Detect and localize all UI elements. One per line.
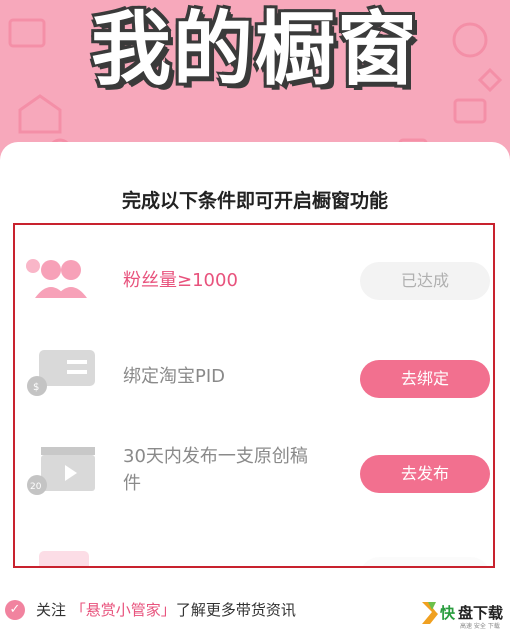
condition-label: 绑定淘宝PID bbox=[123, 366, 226, 387]
condition-row-fans: 粉丝量≥1000 已达成 bbox=[15, 242, 493, 322]
condition-label: 30天内发布一支原创稿件 bbox=[123, 446, 308, 494]
svg-text:快: 快 bbox=[440, 604, 456, 622]
video-clapper-icon: 20 bbox=[27, 447, 95, 495]
achieved-button[interactable]: 已达成 bbox=[360, 262, 490, 300]
svg-text:$: $ bbox=[33, 382, 39, 393]
svg-text:20: 20 bbox=[30, 482, 42, 492]
follow-suffix: 了解更多带货资讯 bbox=[175, 601, 296, 619]
partial-button[interactable] bbox=[360, 557, 490, 566]
partial-icon bbox=[39, 551, 89, 566]
follow-prefix: 关注 bbox=[36, 601, 67, 619]
follow-text: 关注 「悬赏小管家」了解更多带货资讯 bbox=[36, 599, 296, 620]
id-card-icon: $ bbox=[27, 350, 95, 396]
condition-row-publish: 20 30天内发布一支原创稿件 去发布 bbox=[15, 433, 493, 513]
conditions-heading: 完成以下条件即可开启橱窗功能 bbox=[121, 190, 388, 212]
condition-row-pid: $ 绑定淘宝PID 去绑定 bbox=[15, 339, 493, 419]
condition-row-partial bbox=[15, 543, 493, 566]
conditions-highlight-frame: 粉丝量≥1000 已达成 $ 绑定淘宝PID 去绑定 20 30天内发布一支原创… bbox=[13, 223, 495, 568]
check-icon[interactable]: ✓ bbox=[5, 600, 25, 620]
site-watermark-logo: 快 盘下载 高速 安全 下载 bbox=[422, 602, 503, 630]
bind-button[interactable]: 去绑定 bbox=[360, 360, 490, 398]
banner-title: 我的橱窗 bbox=[91, 3, 419, 96]
fans-icon bbox=[26, 259, 87, 298]
publish-button[interactable]: 去发布 bbox=[360, 455, 490, 493]
reward-manager-link[interactable]: 「悬赏小管家」 bbox=[71, 601, 176, 619]
svg-text:高速 安全 下载: 高速 安全 下载 bbox=[460, 622, 500, 630]
svg-text:盘下载: 盘下载 bbox=[458, 604, 503, 622]
condition-label: 粉丝量≥1000 bbox=[123, 270, 238, 291]
